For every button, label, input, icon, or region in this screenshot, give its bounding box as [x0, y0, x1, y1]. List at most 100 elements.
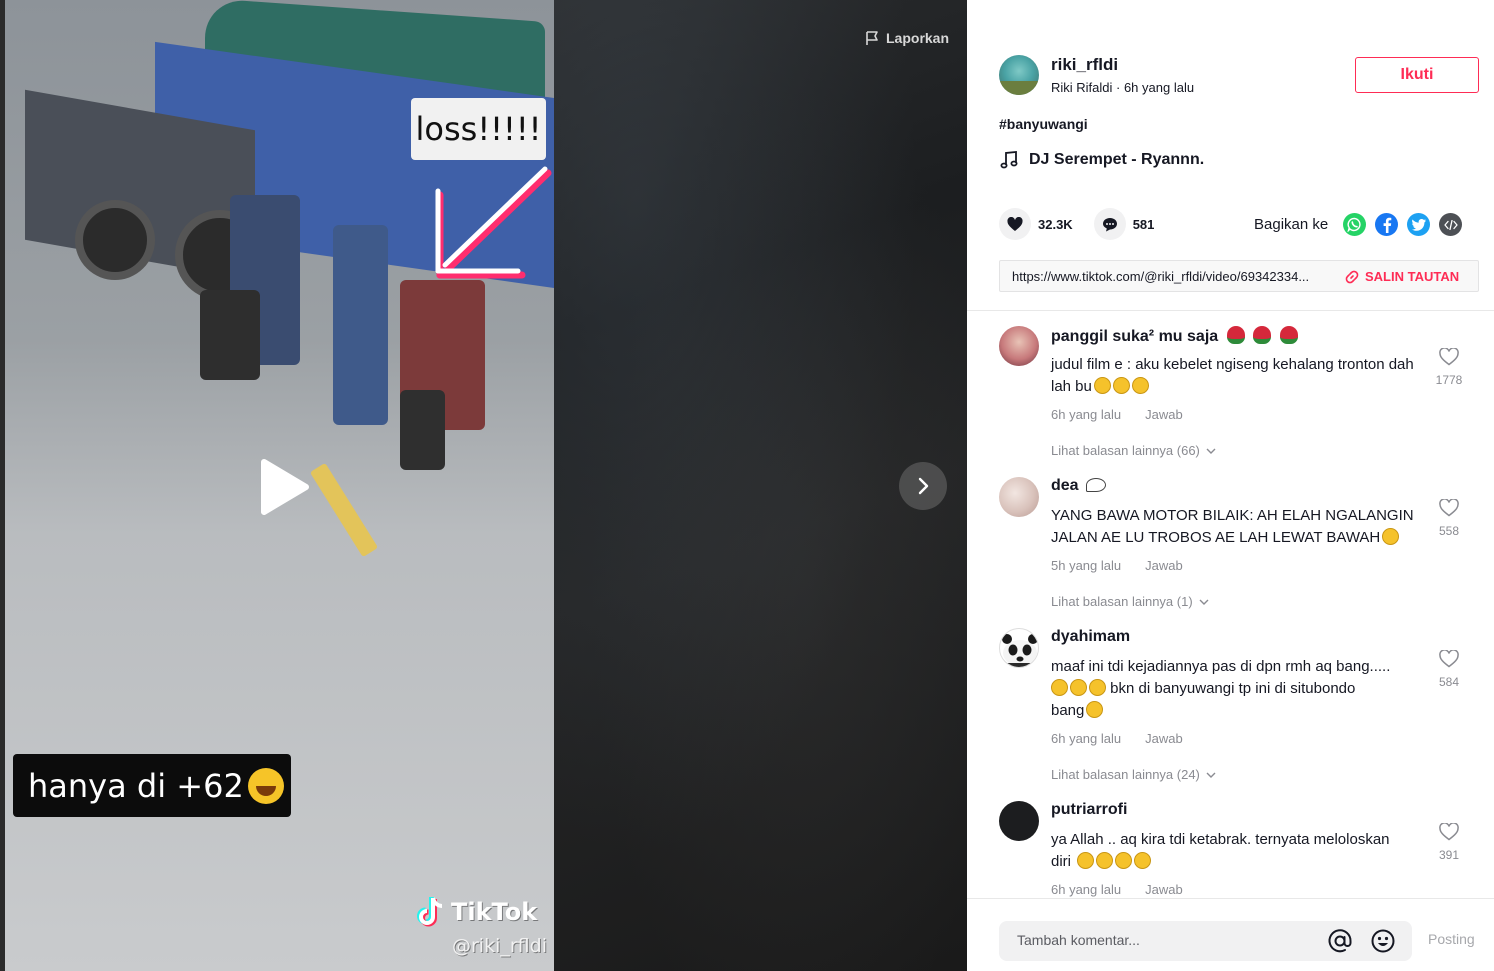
chevron-down-icon — [1199, 599, 1209, 605]
commenter-name[interactable]: dea — [1051, 477, 1107, 495]
chevron-down-icon — [1206, 772, 1216, 778]
comment-bubble-icon — [1102, 217, 1117, 231]
engagement-stats: 32.3K 581 — [999, 208, 1175, 240]
tiktok-wordmark: TikTok — [451, 898, 538, 926]
commenter-name[interactable]: panggil suka² mu saja — [1051, 326, 1298, 346]
comment-like-count: 1778 — [1435, 373, 1463, 387]
at-icon — [1328, 929, 1352, 953]
play-icon — [261, 459, 309, 515]
music-title: DJ Serempet - Ryannn. — [1029, 151, 1205, 168]
flag-icon — [866, 31, 878, 45]
comment-text-line: maaf ini tdi kejadiannya pas di dpn rmh … — [1051, 658, 1391, 675]
smile-emoji-icon — [1112, 377, 1130, 394]
report-label: Laporkan — [886, 30, 950, 46]
author-avatar[interactable] — [999, 55, 1039, 95]
comment-text: judul film e : aku kebelet ngiseng kehal… — [1051, 354, 1421, 398]
grin-emoji-icon — [1070, 679, 1087, 696]
comment-item: dea YANG BAWA MOTOR BILAIK: AH ELAH NGAL… — [999, 477, 1479, 617]
emoji-picker-button[interactable] — [1370, 928, 1396, 959]
comment-input-placeholder[interactable]: Tambah komentar... — [1017, 932, 1140, 948]
video-overlay-text: loss!!!!! — [411, 98, 546, 160]
comment-text-line: bkn di banyuwangi tp ini di situbondo — [1051, 678, 1421, 700]
truck-wheel — [75, 200, 155, 280]
view-more-replies[interactable]: Lihat balasan lainnya (66) — [1051, 443, 1216, 458]
reply-button[interactable]: Jawab — [1145, 882, 1183, 897]
comment-time: 5h yang lalu — [1051, 558, 1122, 573]
road-marking — [309, 462, 379, 558]
commenter-name[interactable]: putriarrofi — [1051, 801, 1127, 819]
heart-outline-icon — [1439, 498, 1459, 517]
comment-text: maaf ini tdi kejadiannya pas di dpn rmh … — [1051, 656, 1421, 722]
view-more-label: Lihat balasan lainnya (1) — [1051, 594, 1193, 609]
comment-text: ya Allah .. aq kira tdi ketabrak. ternya… — [1051, 829, 1421, 873]
comment-item: panggil suka² mu saja judul film e : aku… — [999, 326, 1479, 466]
music-link[interactable]: DJ Serempet - Ryannn. — [999, 150, 1204, 170]
commenter-avatar[interactable] — [999, 628, 1039, 668]
comment-meta: 5h yang lalu Jawab — [1051, 558, 1183, 573]
author-username[interactable]: riki_rfldi — [1051, 55, 1118, 75]
post-comment-button[interactable]: Posting — [1428, 931, 1475, 947]
view-more-replies[interactable]: Lihat balasan lainnya (1) — [1051, 594, 1209, 609]
comment-meta: 6h yang lalu Jawab — [1051, 731, 1183, 746]
comment-text-line: bang — [1051, 700, 1421, 722]
copy-link-label: SALIN TAUTAN — [1365, 269, 1460, 284]
comment-like-button[interactable]: 1778 — [1429, 347, 1469, 387]
comment-like-button[interactable]: 558 — [1429, 498, 1469, 538]
follow-button[interactable]: Ikuti — [1355, 57, 1479, 93]
share-label: Bagikan ke — [1254, 216, 1329, 233]
play-button[interactable] — [258, 458, 310, 516]
grin-emoji-icon — [1051, 679, 1068, 696]
flushed-emoji-icon — [1134, 852, 1152, 869]
watermark-handle: @riki_rfldi — [452, 935, 547, 957]
comment-time: 6h yang lalu — [1051, 882, 1122, 897]
reply-button[interactable]: Jawab — [1145, 558, 1183, 573]
comment-like-button[interactable]: 391 — [1429, 822, 1469, 862]
author-subtitle: Riki Rifaldi · 6h yang lalu — [1051, 80, 1195, 95]
twitter-icon[interactable] — [1407, 213, 1430, 236]
heart-icon — [1007, 216, 1023, 231]
joy-emoji-icon — [1086, 701, 1104, 718]
comment-like-count: 558 — [1438, 524, 1460, 538]
comment-meta: 6h yang lalu Jawab — [1051, 407, 1183, 422]
mention-button[interactable] — [1327, 928, 1353, 959]
whatsapp-icon[interactable] — [1343, 213, 1366, 236]
like-button[interactable] — [999, 208, 1031, 240]
motorbike — [400, 390, 445, 470]
comment-list[interactable]: panggil suka² mu saja judul film e : aku… — [967, 311, 1494, 898]
music-note-icon — [1000, 151, 1018, 169]
report-button[interactable]: Laporkan — [864, 30, 949, 46]
commenter-avatar[interactable] — [999, 801, 1039, 841]
comment-text-content: bang — [1051, 702, 1085, 719]
next-video-button[interactable] — [899, 462, 947, 510]
chevron-down-icon — [1206, 448, 1216, 454]
comment-text: YANG BAWA MOTOR BILAIK: AH ELAH NGALANGI… — [1051, 505, 1421, 549]
reply-button[interactable]: Jawab — [1145, 407, 1183, 422]
comment-like-button[interactable]: 584 — [1429, 649, 1469, 689]
commenter-name[interactable]: dyahimam — [1051, 628, 1130, 646]
tiktok-watermark: TikTok — [415, 895, 537, 929]
commenter-avatar[interactable] — [999, 326, 1039, 366]
smile-emoji-icon — [1093, 377, 1111, 394]
dove-emoji-icon — [1086, 478, 1107, 492]
comment-text-content: diri — [1051, 853, 1072, 870]
heart-outline-icon — [1439, 822, 1459, 841]
commenter-avatar[interactable] — [999, 477, 1039, 517]
embed-icon[interactable] — [1439, 213, 1462, 236]
smile-emoji-icon — [1131, 377, 1149, 394]
share-icons — [1343, 213, 1462, 236]
comment-time: 6h yang lalu — [1051, 407, 1122, 422]
tiktok-video-page: loss!!!!! hanya di +62 TikTok @riki_rfld… — [0, 0, 1494, 971]
comment-button[interactable] — [1093, 208, 1126, 240]
copy-link-button[interactable]: SALIN TAUTAN — [1345, 269, 1459, 284]
hashtag-link[interactable]: #banyuwangi — [999, 116, 1088, 132]
video-link-box: https://www.tiktok.com/@riki_rfldi/video… — [999, 260, 1479, 292]
panda-avatar-icon — [1002, 634, 1038, 667]
video-link-text[interactable]: https://www.tiktok.com/@riki_rfldi/video… — [1012, 269, 1337, 284]
reply-button[interactable]: Jawab — [1145, 731, 1183, 746]
view-more-replies[interactable]: Lihat balasan lainnya (24) — [1051, 767, 1216, 782]
comment-item: putriarrofi ya Allah .. aq kira tdi keta… — [999, 801, 1479, 898]
like-count: 32.3K — [1038, 216, 1073, 232]
facebook-icon[interactable] — [1375, 213, 1398, 236]
comment-text-line: ya Allah .. aq kira tdi ketabrak. ternya… — [1051, 831, 1390, 848]
motorbike — [200, 290, 260, 380]
